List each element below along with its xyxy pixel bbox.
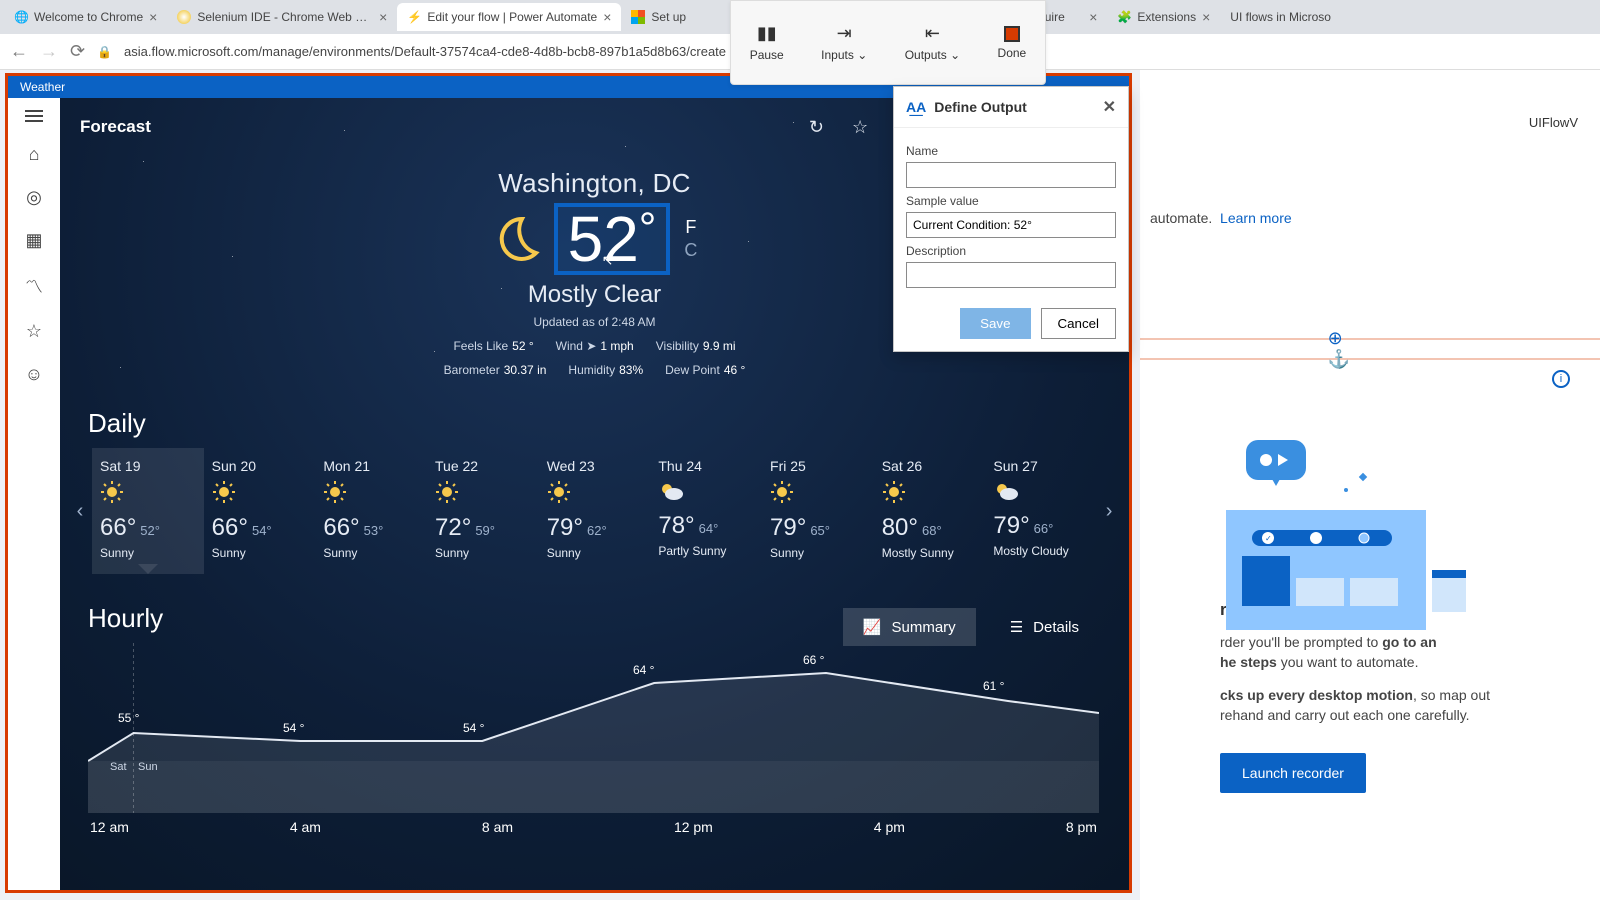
panel-title: Define Output — [934, 99, 1027, 115]
day-card[interactable]: Sun 2066°54°Sunny — [204, 448, 316, 574]
hourly-chart: 55 ° 54 ° 54 ° 64 ° 66 ° 61 ° Sat Sun — [88, 643, 1099, 813]
uiflow-label: UIFlowV — [1529, 115, 1578, 130]
day-card[interactable]: Fri 2579°65°Sunny — [762, 448, 874, 574]
tab-welcome[interactable]: 🌐Welcome to Chrome× — [4, 3, 167, 31]
hourly-forecast: 📈Summary ☰Details 55 ° 54 ° 54 ° 64 ° 66… — [88, 643, 1099, 835]
flow-icon: ⚡ — [407, 10, 421, 24]
tab-powerautomate[interactable]: ⚡Edit your flow | Power Automate× — [397, 3, 621, 31]
pause-button[interactable]: ▮▮Pause — [750, 23, 784, 62]
sample-label: Sample value — [906, 194, 1116, 208]
ms-icon — [631, 10, 645, 24]
radar-icon[interactable]: ◎ — [26, 187, 42, 208]
define-output-panel: A͟A Define Output ✕ Name Sample value De… — [893, 86, 1129, 352]
daily-forecast: ‹ Sat 1966°52°SunnySun 2066°54°SunnyMon … — [68, 448, 1121, 574]
prev-day-button[interactable]: ‹ — [68, 448, 92, 574]
refresh-icon[interactable]: ↻ — [809, 117, 824, 138]
url-text[interactable]: asia.flow.microsoft.com/manage/environme… — [124, 44, 726, 59]
inputs-button[interactable]: ⇥Inputs ⌄ — [821, 23, 867, 62]
recorder-toolbar: ▮▮Pause ⇥Inputs ⌄ ⇤Outputs ⌄ Done — [730, 0, 1046, 85]
lock-icon: 🔒 — [97, 45, 112, 59]
tab-setup[interactable]: Set up — [621, 3, 701, 31]
left-nav: ⌂ ◎ ▦ 〽 ☆ ☺ — [8, 98, 60, 890]
cursor-icon: ↖ — [602, 253, 614, 267]
moon-icon — [492, 215, 540, 263]
selenium-icon — [177, 10, 191, 24]
instruction-panel: UIFlowV automate. Learn more ⊕⚓ i ✓ read… — [1140, 70, 1600, 900]
close-icon[interactable]: × — [379, 9, 387, 25]
outputs-button[interactable]: ⇤Outputs ⌄ — [905, 23, 960, 62]
description-label: Description — [906, 244, 1116, 258]
favorite-icon[interactable]: ☆ — [852, 117, 868, 138]
hamburger-icon[interactable] — [25, 110, 43, 122]
name-input[interactable] — [906, 162, 1116, 188]
close-icon[interactable]: × — [149, 9, 157, 25]
tab-uiflows[interactable]: UI flows in Microso — [1220, 3, 1341, 31]
tab-selenium[interactable]: Selenium IDE - Chrome Web Sto× — [167, 3, 397, 31]
list-icon: ☰ — [1010, 618, 1023, 636]
hourly-heading: Hourly — [88, 603, 163, 634]
day-card[interactable]: Mon 2166°53°Sunny — [315, 448, 427, 574]
learn-more-link[interactable]: Learn more — [1220, 210, 1292, 226]
description-input[interactable] — [906, 262, 1116, 288]
stop-icon — [1004, 26, 1020, 42]
back-button[interactable]: ← — [10, 41, 28, 62]
next-day-button[interactable]: › — [1097, 448, 1121, 574]
cancel-button[interactable]: Cancel — [1041, 308, 1117, 339]
day-card[interactable]: Tue 2272°59°Sunny — [427, 448, 539, 574]
inputs-icon: ⇥ — [837, 23, 852, 44]
maps-icon[interactable]: ▦ — [25, 230, 42, 251]
feedback-icon[interactable]: ☺ — [25, 364, 43, 385]
day-card[interactable]: Wed 2379°62°Sunny — [539, 448, 651, 574]
sample-input[interactable] — [906, 212, 1116, 238]
close-icon[interactable]: × — [603, 9, 611, 25]
chevron-down-icon: ⌄ — [857, 48, 867, 62]
chevron-down-icon: ⌄ — [950, 48, 960, 62]
day-card[interactable]: Thu 2478°64°Partly Sunny — [650, 448, 762, 574]
daily-heading: Daily — [88, 408, 146, 439]
day-card[interactable]: Sat 1966°52°Sunny — [92, 448, 204, 574]
save-button[interactable]: Save — [960, 308, 1030, 339]
reload-button[interactable]: ⟳ — [70, 41, 85, 62]
done-button[interactable]: Done — [998, 26, 1027, 60]
home-icon[interactable]: ⌂ — [29, 144, 40, 165]
launch-recorder-button[interactable]: Launch recorder — [1220, 753, 1366, 793]
svg-text:✓: ✓ — [1265, 534, 1272, 543]
trends-icon[interactable]: 〽 — [25, 273, 43, 299]
text-icon: A͟A — [906, 99, 926, 115]
favorites-icon[interactable]: ☆ — [26, 321, 42, 342]
close-icon[interactable]: × — [1202, 9, 1210, 25]
forward-button[interactable]: → — [40, 41, 58, 62]
close-icon[interactable]: × — [1089, 9, 1097, 25]
day-card[interactable]: Sun 2779°66°Mostly Cloudy — [985, 448, 1097, 574]
unit-toggle[interactable]: FC — [684, 217, 697, 261]
page-title: Forecast — [80, 117, 151, 137]
name-label: Name — [906, 144, 1116, 158]
day-card[interactable]: Sat 2680°68°Mostly Sunny — [874, 448, 986, 574]
details-tab[interactable]: ☰Details — [990, 608, 1099, 646]
tab-extensions[interactable]: 🧩Extensions× — [1107, 3, 1220, 31]
summary-tab[interactable]: 📈Summary — [843, 608, 976, 646]
close-icon[interactable]: ✕ — [1103, 97, 1116, 117]
recorder-illustration: ✓ — [1196, 440, 1526, 640]
puzzle-icon: 🧩 — [1117, 10, 1131, 24]
outputs-icon: ⇤ — [925, 23, 940, 44]
pause-icon: ▮▮ — [757, 23, 777, 44]
chart-icon: 📈 — [863, 618, 882, 636]
temperature-highlight[interactable]: 52°↖ — [554, 203, 671, 275]
wind-icon: ➤ — [586, 339, 596, 353]
info-icon[interactable]: i — [1552, 370, 1570, 388]
anchor-icon: ⊕⚓ — [1328, 328, 1350, 370]
globe-icon: 🌐 — [14, 10, 28, 24]
